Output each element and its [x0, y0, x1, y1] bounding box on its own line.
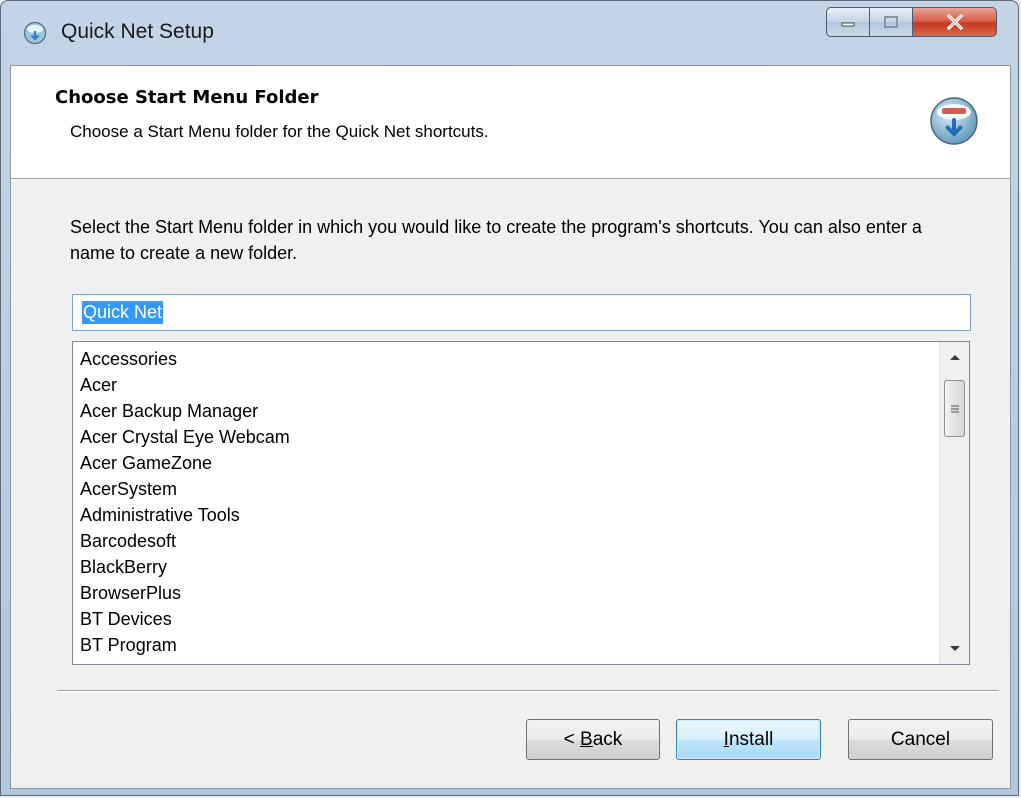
installer-globe-download-icon: [930, 97, 978, 145]
scroll-up-button[interactable]: [940, 343, 969, 371]
page-title: Choose Start Menu Folder: [55, 87, 319, 108]
install-button[interactable]: Install: [676, 719, 821, 760]
setup-window: Quick Net Setup Choose Start Menu Folder…: [0, 0, 1019, 796]
maximize-button[interactable]: [869, 7, 913, 37]
install-button-label: Install: [723, 728, 774, 750]
folder-list-item[interactable]: Acer Crystal Eye Webcam: [80, 424, 930, 450]
minimize-button[interactable]: [826, 7, 870, 37]
scroll-grip-icon: [950, 404, 959, 413]
folder-list-item[interactable]: BT Program: [80, 632, 930, 658]
folder-list-item[interactable]: BT Devices: [80, 606, 930, 632]
close-button[interactable]: [912, 7, 997, 37]
start-menu-folder-input[interactable]: Quick Net: [72, 294, 971, 331]
folder-list-item[interactable]: BrowserPlus: [80, 580, 930, 606]
maximize-icon: [870, 8, 912, 36]
back-button[interactable]: < Back: [526, 719, 660, 760]
back-button-label: < Back: [563, 728, 623, 750]
folder-list-item[interactable]: AcerSystem: [80, 476, 930, 502]
folder-input-value: Quick Net: [82, 301, 164, 324]
title-bar[interactable]: Quick Net Setup: [1, 1, 1018, 65]
scroll-up-arrow-icon: [949, 355, 960, 360]
installer-globe-icon: [23, 21, 47, 45]
folder-list-item[interactable]: Acer: [80, 372, 930, 398]
folder-list-item[interactable]: Administrative Tools: [80, 502, 930, 528]
scroll-thumb[interactable]: [944, 380, 965, 437]
scroll-down-arrow-icon: [949, 646, 960, 651]
cancel-button-label: Cancel: [890, 728, 951, 750]
folder-list-item[interactable]: BlackBerry: [80, 554, 930, 580]
instruction-text: Select the Start Menu folder in which yo…: [70, 217, 922, 263]
cancel-button[interactable]: Cancel: [848, 719, 993, 760]
folder-list-item[interactable]: Acer GameZone: [80, 450, 930, 476]
folder-list-item[interactable]: Barcodesoft: [80, 528, 930, 554]
page-header: Choose Start Menu Folder Choose a Start …: [11, 66, 1010, 179]
scroll-down-button[interactable]: [940, 635, 969, 663]
folder-list-item[interactable]: Accessories: [80, 346, 930, 372]
page-subtitle: Choose a Start Menu folder for the Quick…: [70, 122, 489, 141]
start-menu-folder-list[interactable]: Accessories Acer Acer Backup Manager Acer C…: [72, 341, 970, 665]
vertical-scrollbar[interactable]: [939, 342, 969, 664]
window-title: Quick Net Setup: [61, 20, 214, 43]
button-area-divider: [57, 690, 999, 692]
minimize-icon: [827, 8, 869, 36]
folder-list-items: Accessories Acer Acer Backup Manager Acer C…: [80, 346, 930, 658]
dialog-client-area: Choose Start Menu Folder Choose a Start …: [10, 65, 1011, 789]
folder-list-item[interactable]: Acer Backup Manager: [80, 398, 930, 424]
close-icon: [913, 8, 996, 36]
